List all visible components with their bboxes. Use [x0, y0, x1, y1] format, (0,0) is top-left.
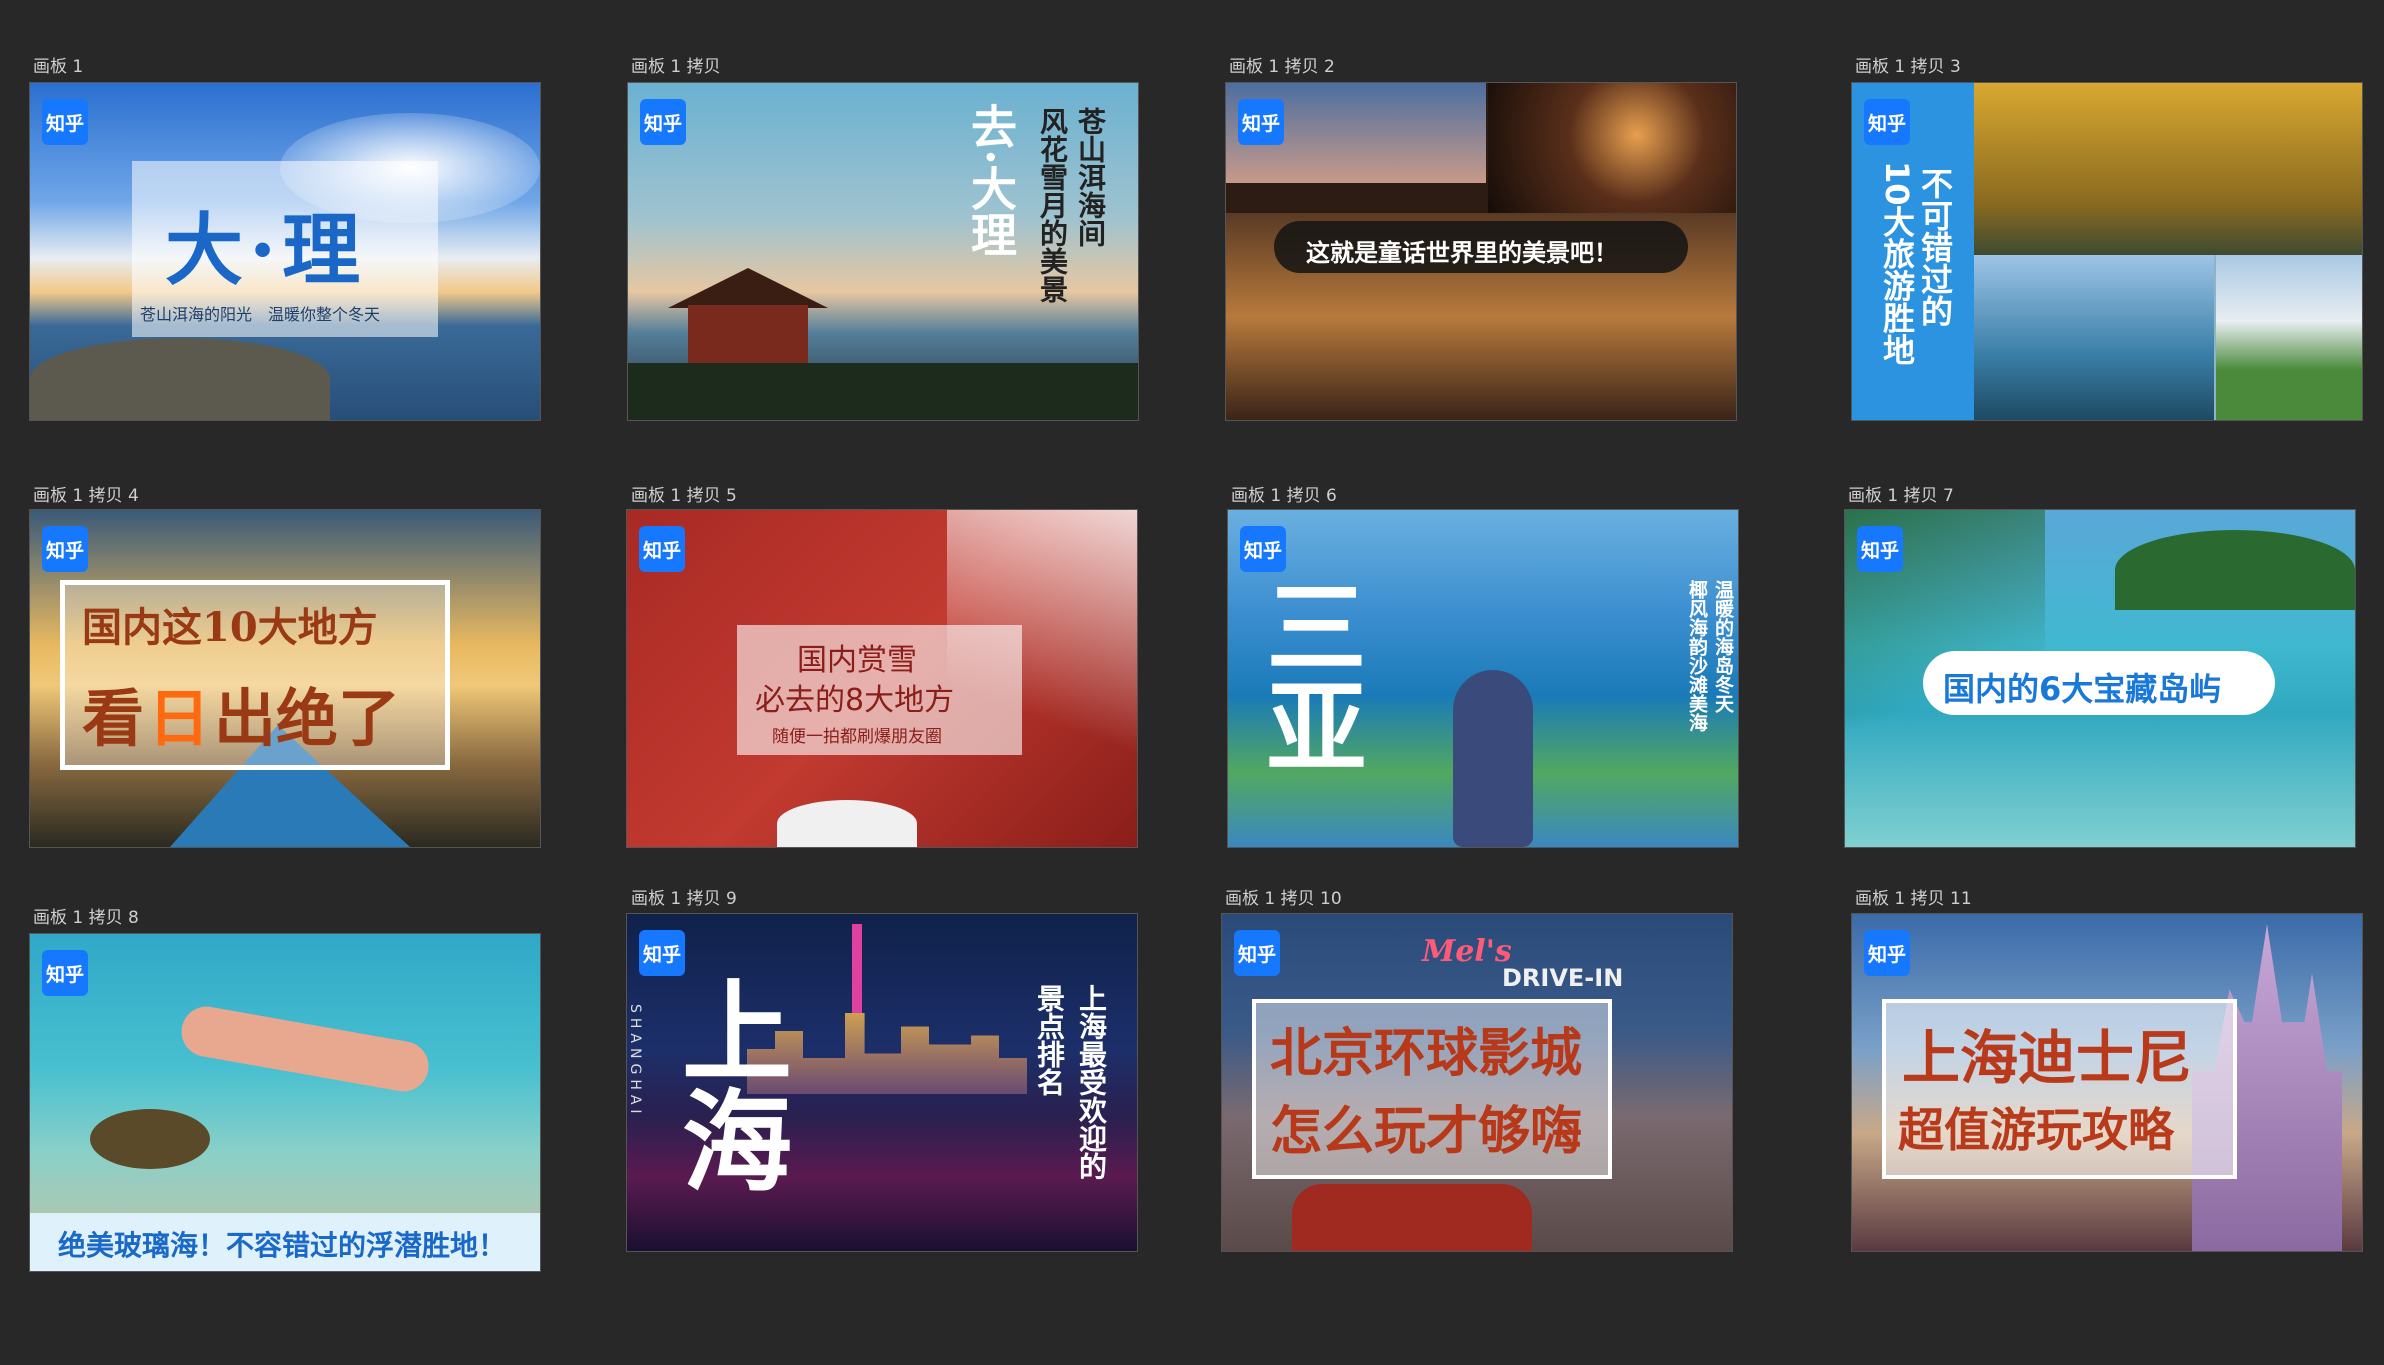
photo-lake [1974, 255, 2214, 420]
cover-line2: 椰风海韵沙滩美海 [1686, 580, 1708, 732]
island-shape [2115, 530, 2355, 610]
artboard-sunrise[interactable]: 知乎 国内这10大地方 看 日 出绝了 [29, 509, 541, 848]
cover-title: 三亚 [1249, 575, 1367, 775]
cover-title: 上海 [663, 974, 792, 1194]
diver-shape [177, 1002, 433, 1096]
turtle-shape [90, 1109, 210, 1169]
artboard-top-10[interactable]: 知乎 不可错过的 10大旅游胜地 [1851, 82, 2363, 421]
artboard-label[interactable]: 画板 1 拷贝 5 [631, 481, 737, 506]
zhihu-logo: 知乎 [1864, 99, 1910, 145]
car-shape [1292, 1184, 1532, 1251]
zhihu-logo: 知乎 [640, 99, 686, 145]
neon-sign-drive-in: DRIVE-IN [1502, 964, 1624, 992]
zhihu-logo: 知乎 [639, 930, 685, 976]
zhihu-logo: 知乎 [1234, 930, 1280, 976]
artboard-dali[interactable]: 知乎 大·理 苍山洱海的阳光 温暖你整个冬天 [29, 82, 541, 421]
cover-line2: 10大旅游胜地 [1878, 161, 1916, 366]
cover-line1: 上海最受欢迎的 [1075, 984, 1108, 1180]
cover-caption: 这就是童话世界里的美景吧！ [1306, 238, 1618, 267]
cover-line2c: 出绝了 [214, 682, 401, 755]
artboard-universal[interactable]: 知乎 Mel's DRIVE-IN 北京环球影城 怎么玩才够嗨 [1221, 913, 1733, 1252]
artboard-glass-sea[interactable]: 知乎 绝美玻璃海！不容错过的浮潜胜地！ [29, 933, 541, 1272]
zhihu-logo: 知乎 [639, 526, 685, 572]
zhihu-logo: 知乎 [42, 99, 88, 145]
cover-line2: 超值游玩攻略 [1898, 1103, 2174, 1157]
neon-sign-mels: Mel's [1422, 934, 1512, 969]
snow-rock [777, 800, 917, 847]
artboard-label[interactable]: 画板 1 拷贝 7 [1848, 481, 1954, 506]
cover-line1: 上海迪士尼 [1902, 1024, 2193, 1092]
zhihu-logo: 知乎 [1238, 99, 1284, 145]
zhihu-logo: 知乎 [1240, 526, 1286, 572]
zhihu-logo: 知乎 [1857, 526, 1903, 572]
photo-autumn [1974, 83, 2362, 255]
island-shape [30, 338, 330, 420]
cover-line2: 怎么玩才够嗨 [1270, 1101, 1583, 1162]
zhihu-logo: 知乎 [42, 950, 88, 996]
artboard-label[interactable]: 画板 1 拷贝 4 [33, 481, 139, 506]
artboard-disney[interactable]: 知乎 上海迪士尼 超值游玩攻略 [1851, 913, 2363, 1252]
cover-line1: 温暖的海岛冬天 [1712, 580, 1734, 713]
artboard-islands[interactable]: 知乎 国内的6大宝藏岛屿 [1844, 509, 2356, 848]
artboard-label[interactable]: 画板 1 拷贝 11 [1855, 884, 1972, 909]
artboard-label[interactable]: 画板 1 拷贝 6 [1231, 481, 1337, 506]
cover-en: SHANGHAI [627, 1004, 643, 1119]
cover-line2b: 日 [148, 682, 211, 755]
photo-lanterns [1488, 83, 1736, 213]
artboard-label[interactable]: 画板 1 拷贝 2 [1229, 52, 1335, 77]
artboard-qu-dali[interactable]: 知乎 去·大理 苍山洱海间 风花雪月的美景 [627, 82, 1139, 421]
zhihu-logo: 知乎 [1864, 930, 1910, 976]
cover-line1: 苍山洱海间 [1074, 107, 1107, 247]
artboard-label[interactable]: 画板 1 拷贝 9 [631, 884, 737, 909]
photo-grass [2216, 255, 2362, 420]
person-shape [1453, 670, 1533, 847]
cover-line2: 风花雪月的美景 [1036, 107, 1069, 303]
cover-line1: 国内这10大地方 [82, 604, 378, 651]
cover-title: 大·理 [165, 205, 367, 296]
cover-title: 去·大理 [964, 103, 1018, 258]
cover-line3: 随便一拍都刷爆朋友圈 [772, 727, 942, 747]
artboard-label[interactable]: 画板 1 [33, 52, 83, 77]
artboard-fairy-tale[interactable]: 这就是童话世界里的美景吧！ 知乎 [1225, 82, 1737, 421]
cover-line1: 北京环球影城 [1270, 1023, 1583, 1084]
cover-line2: 景点排名 [1033, 984, 1066, 1096]
zhihu-logo: 知乎 [42, 526, 88, 572]
artboard-label[interactable]: 画板 1 拷贝 10 [1225, 884, 1342, 909]
cover-subtitle: 苍山洱海的阳光 温暖你整个冬天 [140, 305, 381, 324]
artboard-label[interactable]: 画板 1 拷贝 3 [1855, 52, 1961, 77]
pavilion-roof [668, 268, 828, 308]
cover-title: 绝美玻璃海！不容错过的浮潜胜地！ [58, 1229, 507, 1262]
artboard-snow[interactable]: 知乎 国内赏雪 必去的8大地方 随便一拍都刷爆朋友圈 [626, 509, 1138, 848]
cover-line2a: 看 [82, 682, 145, 755]
artboard-shanghai[interactable]: 知乎 上海 SHANGHAI 上海最受欢迎的 景点排名 [626, 913, 1138, 1252]
artboard-label[interactable]: 画板 1 拷贝 8 [33, 903, 139, 928]
artboard-label[interactable]: 画板 1 拷贝 [631, 52, 721, 77]
trees-shape [628, 363, 1138, 420]
cover-title: 国内的6大宝藏岛屿 [1943, 670, 2222, 708]
cover-line2: 必去的8大地方 [755, 683, 955, 718]
cover-line1: 国内赏雪 [797, 643, 917, 678]
artboard-sanya[interactable]: 知乎 三亚 温暖的海岛冬天 椰风海韵沙滩美海 [1227, 509, 1739, 848]
